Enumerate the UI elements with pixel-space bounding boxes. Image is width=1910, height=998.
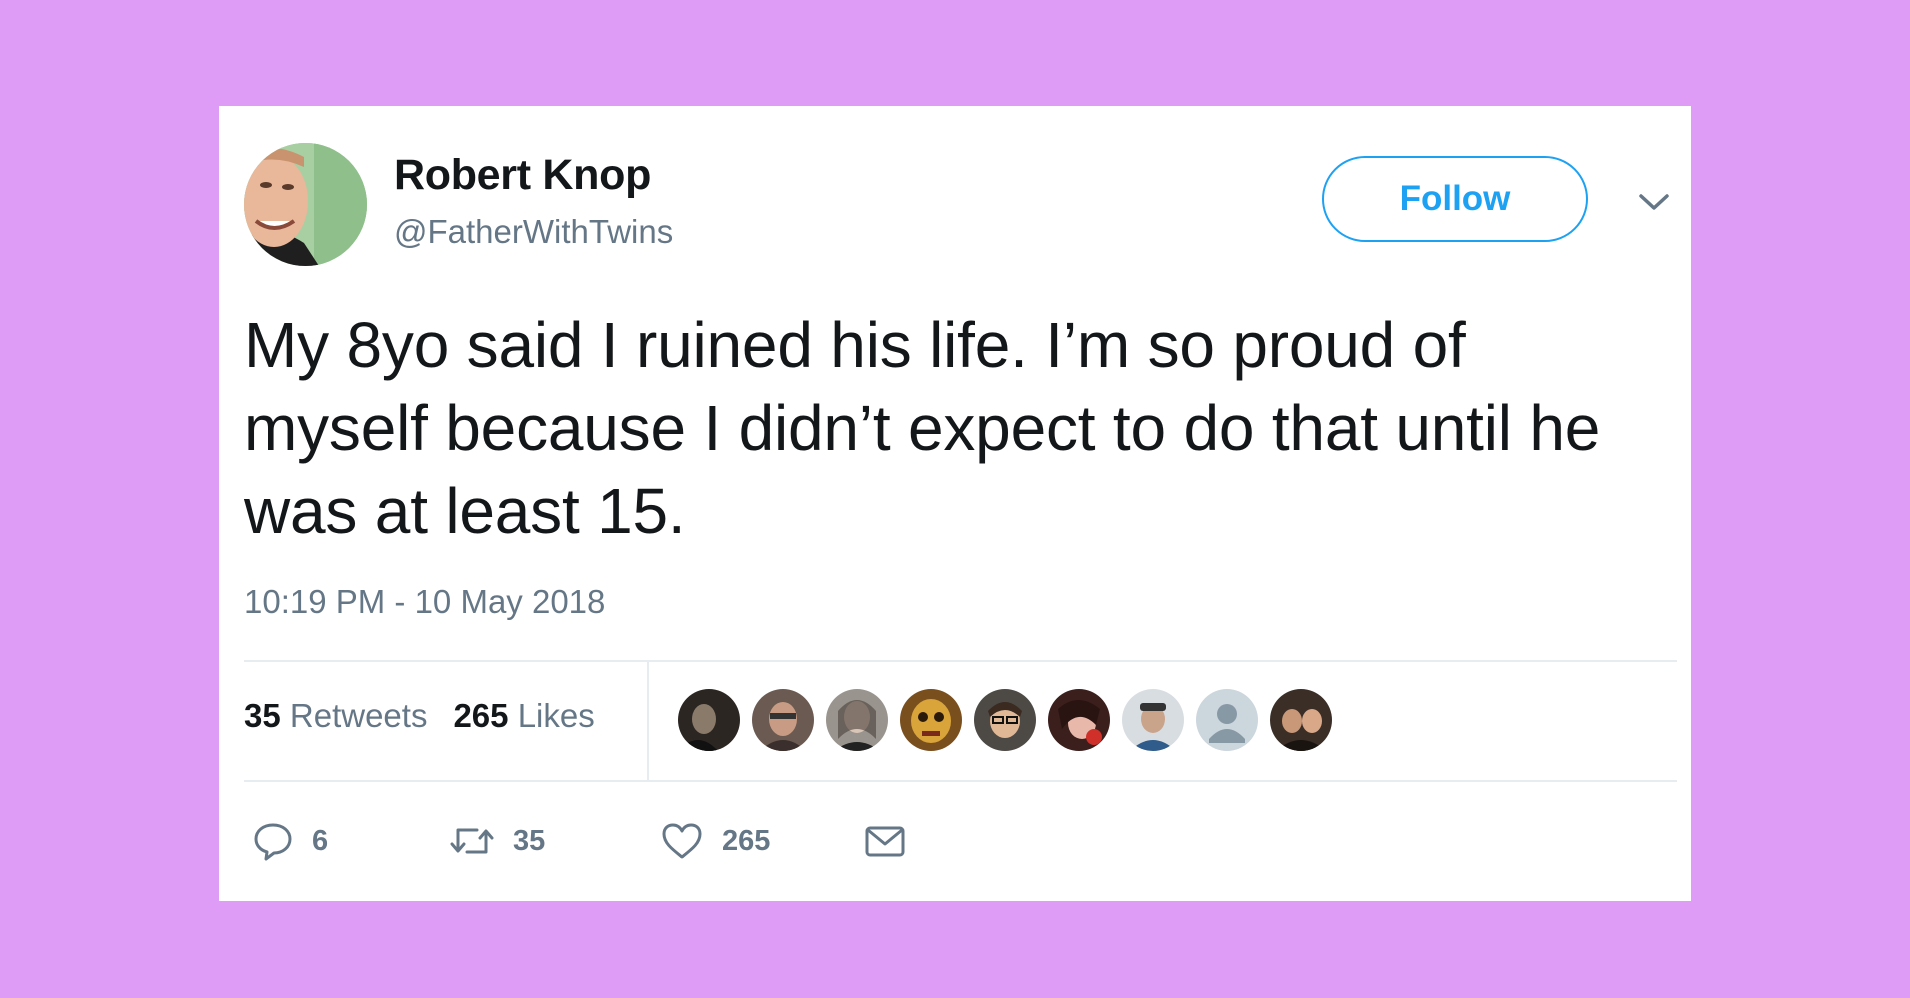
likes-label: Likes xyxy=(517,697,595,734)
likes-count: 265 xyxy=(453,697,509,734)
reply-count: 6 xyxy=(312,824,329,857)
tweet-actions: 6 35 265 xyxy=(219,816,1691,866)
liker-avatar[interactable] xyxy=(974,689,1036,751)
chevron-down-icon[interactable] xyxy=(1637,190,1671,214)
liker-avatar[interactable] xyxy=(900,689,962,751)
reply-action[interactable]: 6 xyxy=(252,816,328,866)
liker-avatar[interactable] xyxy=(1196,689,1258,751)
author-name[interactable]: Robert Knop xyxy=(394,151,651,200)
envelope-icon xyxy=(865,826,905,857)
retweets-stat[interactable]: 35 Retweets xyxy=(244,697,427,734)
follow-button[interactable]: Follow xyxy=(1322,156,1588,242)
tweet-timestamp[interactable]: 10:19 PM - 10 May 2018 xyxy=(244,583,605,621)
stats-divider xyxy=(647,660,649,782)
retweet-icon xyxy=(450,828,494,854)
divider xyxy=(244,660,1677,662)
tweet-card: Robert Knop @FatherWithTwins Follow My 8… xyxy=(219,106,1691,901)
liker-avatar[interactable] xyxy=(1270,689,1332,751)
like-action[interactable]: 265 xyxy=(660,816,770,866)
divider xyxy=(244,780,1677,782)
author-handle[interactable]: @FatherWithTwins xyxy=(394,213,673,251)
reply-icon xyxy=(254,823,292,861)
heart-icon xyxy=(662,823,702,859)
direct-message-action[interactable] xyxy=(863,816,907,866)
tweet-text: My 8yo said I ruined his life. I’m so pr… xyxy=(244,309,1601,547)
likes-stat[interactable]: 265 Likes xyxy=(453,697,594,734)
liker-avatar[interactable] xyxy=(1122,689,1184,751)
liker-avatar[interactable] xyxy=(678,689,740,751)
retweet-count: 35 xyxy=(513,824,546,857)
retweet-action[interactable]: 35 xyxy=(449,816,545,866)
liker-avatar[interactable] xyxy=(752,689,814,751)
author-avatar[interactable] xyxy=(244,143,367,266)
liker-avatar[interactable] xyxy=(1048,689,1110,751)
liker-avatar[interactable] xyxy=(826,689,888,751)
retweets-label: Retweets xyxy=(289,697,428,734)
retweets-count: 35 xyxy=(244,697,281,734)
like-count: 265 xyxy=(722,824,771,857)
tweet-stats: 35 Retweets 265 Likes xyxy=(244,697,595,735)
